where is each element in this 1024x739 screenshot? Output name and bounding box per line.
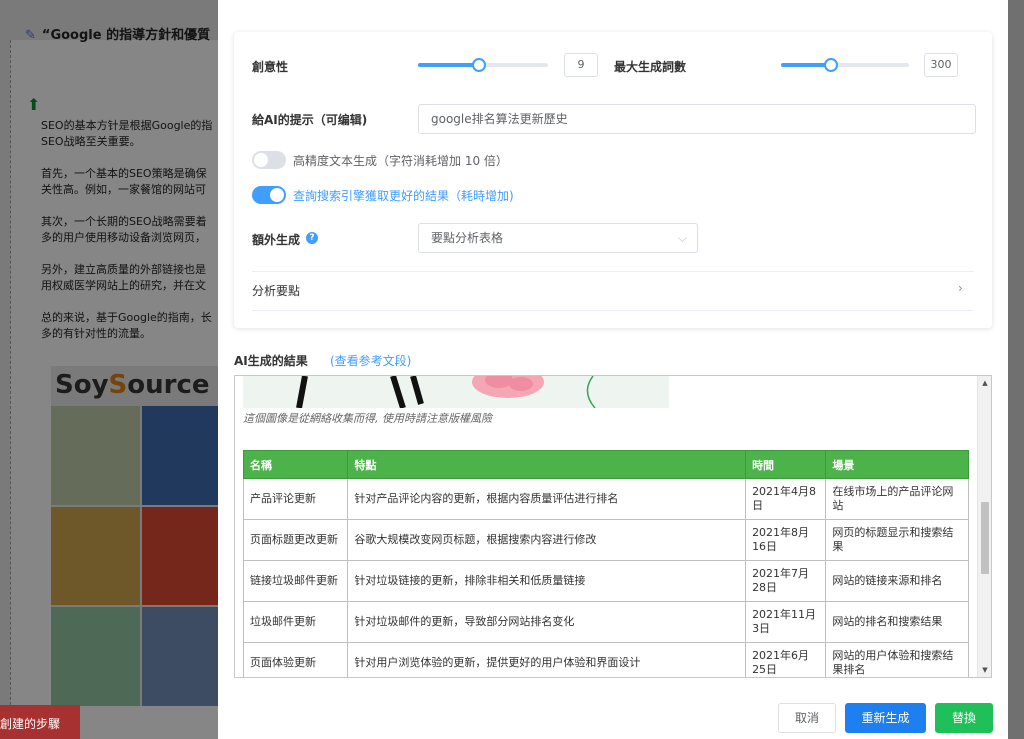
table-cell: 页面标题更改更新 <box>242 519 349 561</box>
search-engine-label: 查詢搜索引擎獲取更好的結果（耗時增加) <box>293 189 514 203</box>
table-cell: 针对垃圾链接的更新，排除非相关和低质量链接 <box>347 560 747 602</box>
regenerate-button[interactable]: 重新生成 <box>845 703 926 733</box>
table-cell: 产品评论更新 <box>242 478 349 520</box>
table-header: 名稱 <box>242 450 349 479</box>
image-caption: 這個圖像是從網絡收集而得, 使用時請注意版權風險 <box>243 412 492 425</box>
table-cell: 2021年4月8日 <box>745 478 827 520</box>
background-paragraph: 多的用户使用移动设备浏览网页， <box>41 231 206 244</box>
replace-button[interactable]: 替換 <box>935 703 993 733</box>
table-cell: 针对用户浏览体验的更新，提供更好的用户体验和界面设计 <box>347 642 747 677</box>
chevron-right-icon[interactable]: › <box>958 281 963 295</box>
result-image <box>243 376 669 408</box>
table-row: 垃圾邮件更新 针对垃圾邮件的更新，导致部分网站排名变化 2021年11月3日 网… <box>242 601 969 643</box>
slider-handle[interactable] <box>824 58 838 72</box>
table-cell: 在线市场上的产品评论网站 <box>825 478 969 520</box>
background-paragraph: 其次，一个长期的SEO战略需要着 <box>41 215 207 228</box>
table-cell: 网站的链接来源和排名 <box>825 560 969 602</box>
toggle-knob <box>270 188 284 202</box>
background-ad-image: SoySource <box>51 366 231 706</box>
result-table: 名稱 特點 時間 場景 产品评论更新 针对产品评论内容的更新，根据内容质量评估进… <box>242 450 969 677</box>
table-cell: 针对产品评论内容的更新，根据内容质量评估进行排名 <box>347 478 747 520</box>
table-cell: 网页的标题显示和搜索结果 <box>825 519 969 561</box>
background-paragraph: SEO的基本方针是根据Google的指 <box>41 119 213 132</box>
table-header: 特點 <box>347 450 747 479</box>
prompt-label: 給AI的提示（可编辑) <box>252 113 368 127</box>
table-header: 時間 <box>745 450 827 479</box>
background-paragraph: 关性高。例如，一家餐馆的网站可 <box>41 183 206 196</box>
scrollbar-thumb[interactable] <box>981 502 989 574</box>
background-paragraph: 另外，建立高质量的外部链接也是 <box>41 263 206 276</box>
table-row: 页面标题更改更新 谷歌大规模改变网页标题，根据搜索内容进行修改 2021年8月1… <box>242 519 969 561</box>
pen-icon: ✎ <box>25 28 36 43</box>
analysis-collapse-title[interactable]: 分析要點 <box>252 282 300 299</box>
chevron-down-icon: ⌵ <box>677 231 687 245</box>
creativity-label: 創意性 <box>252 60 289 74</box>
table-cell: 谷歌大规模改变网页标题，根据搜索内容进行修改 <box>347 519 747 561</box>
extra-generation-select[interactable]: 要點分析表格 ⌵ <box>418 223 698 253</box>
background-red-button: 創建的步驟 <box>0 705 80 739</box>
select-value: 要點分析表格 <box>431 231 504 245</box>
table-row: 页面体验更新 针对用户浏览体验的更新，提供更好的用户体验和界面设计 2021年6… <box>242 642 969 677</box>
slider-fill <box>418 63 479 67</box>
creativity-slider[interactable] <box>418 57 548 73</box>
creativity-value[interactable]: 9 <box>564 53 598 77</box>
background-paragraph: SEO战略至关重要。 <box>41 135 141 148</box>
toggle-knob <box>254 153 268 167</box>
scroll-up-icon[interactable]: ▲ <box>978 376 991 390</box>
divider <box>252 310 974 311</box>
table-row: 链接垃圾邮件更新 针对垃圾链接的更新，排除非相关和低质量链接 2021年7月28… <box>242 560 969 602</box>
background-document: ✎ “Google 的指導方針和優質 ⬆ SEO的基本方针是根据Google的指 … <box>10 28 231 739</box>
view-reference-link[interactable]: (查看参考文段) <box>330 352 411 369</box>
background-paragraph: 总的来说，基于Google的指南，长 <box>41 311 212 324</box>
table-cell: 链接垃圾邮件更新 <box>242 560 349 602</box>
table-row: 产品评论更新 针对产品评论内容的更新，根据内容质量评估进行排名 2021年4月8… <box>242 478 969 520</box>
prompt-input[interactable]: google排名算法更新歷史 <box>418 104 976 134</box>
table-cell: 2021年8月16日 <box>745 519 827 561</box>
extra-generation-label: 額外生成 <box>252 233 301 247</box>
max-words-label: 最大生成詞數 <box>614 60 687 74</box>
high-precision-label: 高精度文本生成（字符消耗增加 10 倍） <box>293 154 508 168</box>
background-paragraph: 首先，一个基本的SEO策略是确保 <box>41 167 207 180</box>
table-cell: 2021年11月3日 <box>745 601 827 643</box>
max-words-slider[interactable] <box>781 57 909 73</box>
divider <box>252 271 974 272</box>
background-doc-title: ✎ “Google 的指導方針和優質 <box>25 28 211 43</box>
settings-card: 創意性 9 最大生成詞數 300 給AI的提示（可编辑) google排名算法更… <box>234 32 992 328</box>
table-cell: 2021年6月25日 <box>745 642 827 677</box>
result-image-graphic <box>243 376 669 408</box>
cancel-button[interactable]: 取消 <box>778 703 836 733</box>
table-cell: 垃圾邮件更新 <box>242 601 349 643</box>
table-cell: 网站的排名和搜索结果 <box>825 601 969 643</box>
scroll-down-icon[interactable]: ▼ <box>978 663 991 677</box>
ai-generation-modal: 創意性 9 最大生成詞數 300 給AI的提示（可编辑) google排名算法更… <box>218 0 1008 739</box>
search-engine-toggle[interactable] <box>252 186 286 204</box>
ad-grid <box>51 406 231 706</box>
background-paragraph: 用权威医学网站上的研究，并在文 <box>41 279 206 292</box>
table-header-row: 名稱 特點 時間 場景 <box>242 450 969 479</box>
high-precision-toggle[interactable] <box>252 151 286 169</box>
table-header: 場景 <box>825 450 969 479</box>
result-editor[interactable]: 這個圖像是從網絡收集而得, 使用時請注意版權風險 名稱 特點 時間 場景 产品评… <box>234 375 992 678</box>
table-cell: 2021年7月28日 <box>745 560 827 602</box>
background-right-edge <box>1008 0 1024 739</box>
arrow-up-icon: ⬆ <box>27 95 41 114</box>
background-paragraph: 多的有针对性的流量。 <box>41 327 151 340</box>
result-scrollbar[interactable]: ▲ ▼ <box>977 376 991 677</box>
table-cell: 页面体验更新 <box>242 642 349 677</box>
help-icon[interactable]: ? <box>306 232 318 244</box>
result-label: AI生成的結果 <box>234 354 308 368</box>
max-words-value[interactable]: 300 <box>924 53 958 77</box>
table-cell: 针对垃圾邮件的更新，导致部分网站排名变化 <box>347 601 747 643</box>
slider-handle[interactable] <box>472 58 486 72</box>
table-cell: 网站的用户体验和搜索结果排名 <box>825 642 969 677</box>
ad-logo: SoySource <box>55 370 210 400</box>
